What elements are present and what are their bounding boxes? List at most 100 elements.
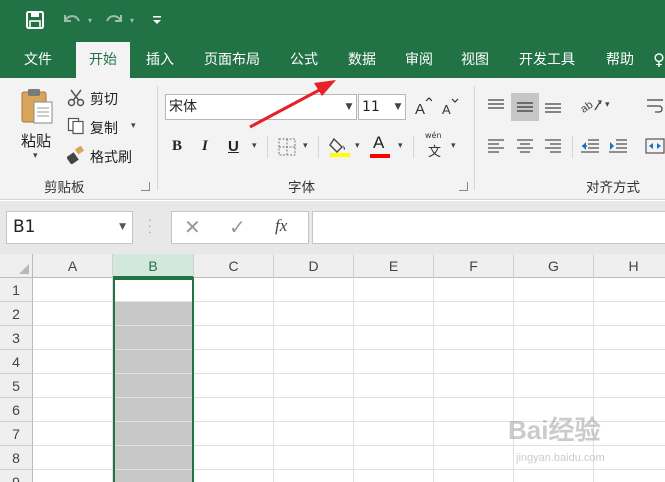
borders-icon[interactable] [276, 136, 298, 158]
cell-f9[interactable] [434, 470, 514, 482]
select-all-button[interactable] [0, 254, 33, 278]
tell-me-lightbulb-icon[interactable]: ♀ [652, 42, 665, 78]
clipboard-dialog-launcher-icon[interactable] [141, 182, 150, 191]
font-color-button[interactable]: A [373, 133, 384, 153]
tab-review[interactable]: 审阅 [395, 42, 443, 78]
tab-home[interactable]: 开始 [76, 42, 130, 78]
formula-input[interactable] [312, 211, 665, 244]
cell-c7[interactable] [194, 422, 274, 446]
font-name-dropdown-icon[interactable]: ▼ [342, 95, 356, 119]
cell-d1[interactable] [274, 278, 354, 302]
phonetic-dropdown-icon[interactable]: ▾ [451, 141, 456, 151]
column-header-f[interactable]: F [434, 254, 514, 278]
row-header-8[interactable]: 8 [0, 446, 33, 470]
decrease-indent-icon[interactable] [578, 134, 602, 158]
row-header-2[interactable]: 2 [0, 302, 33, 326]
cell-g3[interactable] [514, 326, 594, 350]
column-header-b[interactable]: B [113, 254, 194, 278]
fill-color-icon[interactable] [328, 134, 352, 158]
font-size-dropdown-icon[interactable]: ▼ [391, 95, 405, 119]
orientation-dropdown-icon[interactable]: ▾ [605, 100, 610, 110]
row-header-3[interactable]: 3 [0, 326, 33, 350]
cell-h1[interactable] [594, 278, 665, 302]
row-header-9[interactable]: 9 [0, 470, 33, 482]
cell-e7[interactable] [354, 422, 434, 446]
cell-a9[interactable] [33, 470, 113, 482]
font-name-select[interactable]: 宋体 ▼ [165, 94, 357, 120]
cell-f8[interactable] [434, 446, 514, 470]
cell-f4[interactable] [434, 350, 514, 374]
paste-dropdown-icon[interactable]: ▾ [33, 151, 38, 161]
align-center-icon[interactable] [513, 134, 537, 158]
tab-developer[interactable]: 开发工具 [509, 42, 585, 78]
cell-f3[interactable] [434, 326, 514, 350]
cell-f6[interactable] [434, 398, 514, 422]
cell-a8[interactable] [33, 446, 113, 470]
scissors-icon[interactable] [66, 88, 86, 108]
cell-g2[interactable] [514, 302, 594, 326]
cell-d3[interactable] [274, 326, 354, 350]
cell-a6[interactable] [33, 398, 113, 422]
cell-e2[interactable] [354, 302, 434, 326]
cell-g4[interactable] [514, 350, 594, 374]
middle-align-icon[interactable] [511, 93, 539, 121]
font-dialog-launcher-icon[interactable] [459, 182, 468, 191]
cell-g9[interactable] [514, 470, 594, 482]
cell-e5[interactable] [354, 374, 434, 398]
align-left-icon[interactable] [484, 134, 508, 158]
phonetic-guide-button[interactable]: 文 [428, 141, 441, 160]
insert-function-button[interactable]: fx [275, 216, 287, 236]
name-box-dropdown-icon[interactable]: ▼ [119, 212, 126, 243]
cell-d8[interactable] [274, 446, 354, 470]
cell-g5[interactable] [514, 374, 594, 398]
cell-e1[interactable] [354, 278, 434, 302]
enter-check-icon[interactable]: ✓ [229, 215, 246, 239]
cell-c3[interactable] [194, 326, 274, 350]
column-header-c[interactable]: C [194, 254, 274, 278]
column-header-d[interactable]: D [274, 254, 354, 278]
tab-file[interactable]: 文件 [12, 42, 64, 78]
row-header-5[interactable]: 5 [0, 374, 33, 398]
cell-g1[interactable] [514, 278, 594, 302]
cell-f2[interactable] [434, 302, 514, 326]
tab-insert[interactable]: 插入 [136, 42, 184, 78]
cell-h3[interactable] [594, 326, 665, 350]
cut-button[interactable]: 剪切 [90, 89, 118, 109]
row-header-7[interactable]: 7 [0, 422, 33, 446]
decrease-font-size-icon[interactable]: A [440, 96, 460, 118]
column-header-e[interactable]: E [354, 254, 434, 278]
wrap-text-icon[interactable] [645, 94, 665, 118]
tab-page-layout[interactable]: 页面布局 [196, 42, 268, 78]
save-icon[interactable] [24, 8, 46, 32]
formula-bar-grip-icon[interactable]: · · · [148, 215, 152, 238]
cell-c8[interactable] [194, 446, 274, 470]
cell-f1[interactable] [434, 278, 514, 302]
cell-e4[interactable] [354, 350, 434, 374]
cell-f5[interactable] [434, 374, 514, 398]
underline-dropdown-icon[interactable]: ▾ [252, 141, 257, 151]
copy-icon[interactable] [66, 116, 86, 136]
cell-c9[interactable] [194, 470, 274, 482]
increase-font-size-icon[interactable]: A [413, 96, 433, 118]
format-painter-icon[interactable] [66, 145, 86, 165]
cell-a1[interactable] [33, 278, 113, 302]
cell-f7[interactable] [434, 422, 514, 446]
row-header-4[interactable]: 4 [0, 350, 33, 374]
tab-formulas[interactable]: 公式 [280, 42, 328, 78]
cell-a7[interactable] [33, 422, 113, 446]
cell-c4[interactable] [194, 350, 274, 374]
cell-a5[interactable] [33, 374, 113, 398]
cell-a4[interactable] [33, 350, 113, 374]
row-header-1[interactable]: 1 [0, 278, 33, 302]
tab-view[interactable]: 视图 [451, 42, 499, 78]
cell-d2[interactable] [274, 302, 354, 326]
column-header-g[interactable]: G [514, 254, 594, 278]
redo-icon[interactable] [102, 8, 126, 32]
merge-center-icon[interactable] [645, 134, 665, 158]
copy-button[interactable]: 复制 [90, 118, 118, 138]
cell-a2[interactable] [33, 302, 113, 326]
cell-h2[interactable] [594, 302, 665, 326]
column-header-h[interactable]: H [594, 254, 665, 278]
cell-h6[interactable] [594, 398, 665, 422]
customize-qat-icon[interactable] [150, 8, 164, 32]
